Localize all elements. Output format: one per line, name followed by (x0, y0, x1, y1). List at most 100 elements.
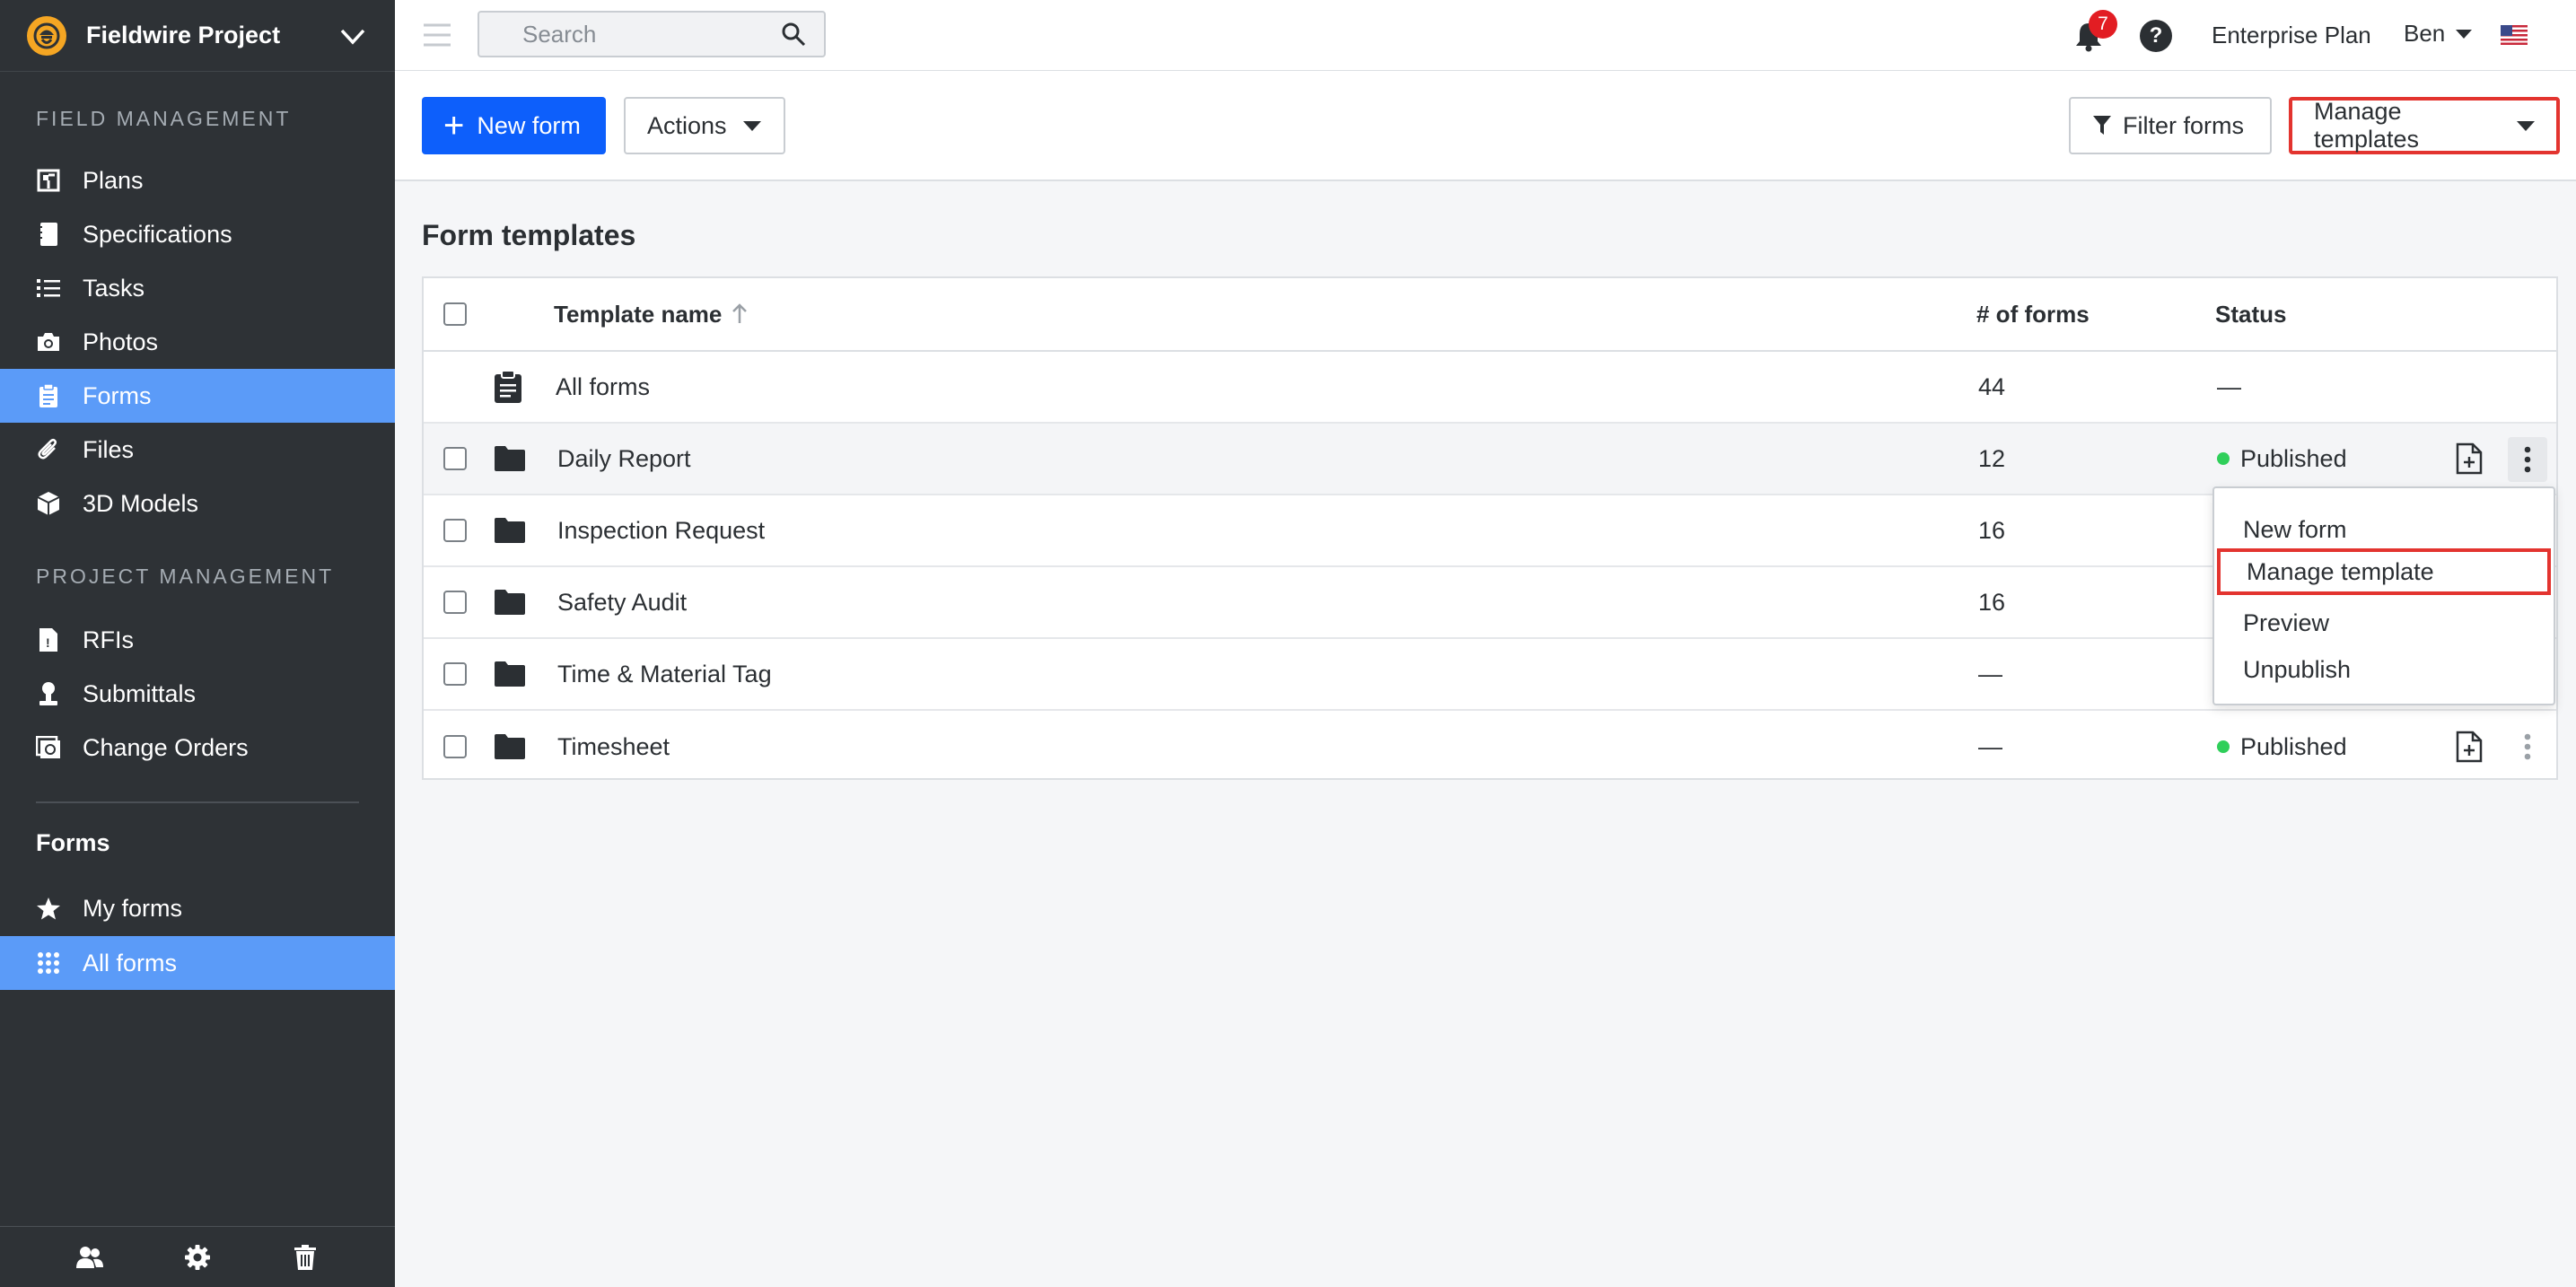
table-row[interactable]: Daily Report 12 Published (424, 424, 2556, 495)
add-form-icon[interactable] (2456, 711, 2483, 783)
plans-icon (36, 168, 61, 193)
people-icon[interactable] (74, 1242, 105, 1273)
row-checkbox[interactable] (443, 735, 467, 758)
project-management-label: PROJECT MANAGEMENT (36, 564, 335, 588)
sidebar-item-files[interactable]: Files (0, 423, 395, 477)
help-icon[interactable]: ? (2140, 20, 2172, 52)
new-form-label: New form (477, 111, 581, 139)
sidebar-item-rfis[interactable]: ! RFIs (0, 613, 395, 667)
sidebar-item-label: All forms (83, 949, 178, 976)
sidebar-item-forms[interactable]: Forms (0, 369, 395, 423)
caret-down-icon (742, 120, 761, 131)
top-bar: Search 7 ? Enterprise Plan Ben (395, 0, 2576, 71)
filter-forms-label: Filter forms (2123, 111, 2244, 139)
row-checkbox[interactable] (443, 591, 467, 614)
sidebar-item-all-forms[interactable]: All forms (0, 936, 395, 990)
sidebar-item-plans[interactable]: Plans (0, 153, 395, 207)
table-row[interactable]: All forms 44 — (424, 352, 2556, 424)
status-header[interactable]: Status (2215, 278, 2286, 350)
form-count: 16 (1978, 516, 2006, 544)
sidebar-item-label: 3D Models (83, 489, 199, 517)
form-count: 16 (1978, 588, 2006, 616)
svg-text:!: ! (46, 635, 50, 650)
kebab-icon (2524, 446, 2531, 473)
sidebar-item-label: Forms (83, 381, 152, 409)
add-form-icon[interactable] (2456, 424, 2483, 494)
folder-icon (494, 495, 526, 565)
sidebar-item-label: Specifications (83, 220, 232, 248)
chevron-down-icon[interactable] (337, 21, 368, 51)
template-name: Time & Material Tag (557, 660, 772, 687)
plan-label[interactable]: Enterprise Plan (2212, 22, 2371, 49)
template-name: Timesheet (557, 732, 670, 760)
template-name: All forms (556, 372, 651, 400)
gear-icon[interactable] (182, 1242, 213, 1273)
row-checkbox[interactable] (443, 519, 467, 542)
row-checkbox-cell (443, 711, 467, 783)
menu-item-new-form[interactable]: New form (2214, 506, 2554, 553)
table-row[interactable]: Timesheet — Published (424, 711, 2556, 783)
actions-dropdown[interactable]: Actions (624, 97, 785, 154)
plus-icon: + (443, 106, 465, 145)
row-checkbox[interactable] (443, 447, 467, 470)
us-flag-icon[interactable] (2501, 25, 2528, 45)
sidebar-item-label: Change Orders (83, 733, 249, 761)
sidebar-item-photos[interactable]: Photos (0, 315, 395, 369)
action-bar: + New form Actions Filter forms Manage t… (395, 71, 2576, 181)
grid-icon (36, 950, 61, 976)
hamburger-menu-icon[interactable] (422, 22, 452, 48)
row-checkbox-cell (443, 639, 467, 709)
sidebar-item-label: Tasks (83, 274, 145, 302)
tasks-icon (36, 276, 61, 301)
sidebar-footer (0, 1226, 395, 1287)
form-count: — (1978, 732, 2002, 760)
table-header: Template name # of forms Status (424, 278, 2556, 352)
trash-icon[interactable] (290, 1242, 320, 1273)
filter-forms-button[interactable]: Filter forms (2069, 97, 2272, 154)
cube-icon (36, 491, 61, 516)
sidebar-item-tasks[interactable]: Tasks (0, 261, 395, 315)
field-management-label: FIELD MANAGEMENT (36, 106, 292, 130)
search-icon[interactable] (781, 22, 806, 47)
caret-down-icon (2456, 29, 2473, 39)
folder-icon (494, 424, 526, 494)
menu-item-manage-template[interactable]: Manage template (2217, 548, 2551, 595)
sort-up-arrow-icon (732, 303, 748, 323)
sidebar-item-change-orders[interactable]: Change Orders (0, 721, 395, 775)
project-switcher[interactable]: Fieldwire Project (0, 0, 395, 72)
row-checkbox-cell (443, 424, 467, 494)
template-name: Inspection Request (557, 516, 766, 544)
forms-heading: Forms (36, 829, 110, 856)
search-input[interactable]: Search (478, 11, 826, 57)
user-menu[interactable]: Ben (2404, 20, 2473, 48)
count-header[interactable]: # of forms (1976, 278, 2090, 350)
form-count: 12 (1978, 444, 2006, 472)
sidebar-item-specifications[interactable]: Specifications (0, 207, 395, 261)
menu-item-unpublish[interactable]: Unpublish (2214, 646, 2554, 693)
sidebar-item-label: My forms (83, 894, 182, 922)
row-checkbox[interactable] (443, 662, 467, 686)
row-more-button[interactable] (2508, 437, 2547, 482)
row-more-button[interactable] (2508, 724, 2547, 769)
template-name-header[interactable]: Template name (554, 278, 749, 350)
submittals-icon (36, 681, 61, 706)
new-form-button[interactable]: + New form (422, 97, 606, 154)
sidebar-item-my-forms[interactable]: My forms (0, 881, 395, 935)
template-name: Safety Audit (557, 588, 688, 616)
manage-templates-dropdown[interactable]: Manage templates (2289, 97, 2560, 154)
form-count: 44 (1978, 372, 2006, 400)
project-name: Fieldwire Project (86, 22, 281, 48)
menu-item-preview[interactable]: Preview (2214, 600, 2554, 646)
clipboard-list-icon (494, 352, 522, 422)
select-all-checkbox[interactable] (443, 302, 467, 326)
folder-icon (494, 567, 526, 637)
select-all-cell (443, 278, 467, 350)
folder-icon (494, 639, 526, 709)
sidebar-item-label: Files (83, 435, 135, 463)
row-context-menu: New form Manage template Preview Unpubli… (2212, 486, 2555, 705)
status-text: Published (2240, 732, 2347, 760)
kebab-icon (2524, 733, 2531, 760)
column-label: Template name (554, 300, 723, 328)
sidebar-item-submittals[interactable]: Submittals (0, 667, 395, 721)
sidebar-item-3d-models[interactable]: 3D Models (0, 477, 395, 530)
